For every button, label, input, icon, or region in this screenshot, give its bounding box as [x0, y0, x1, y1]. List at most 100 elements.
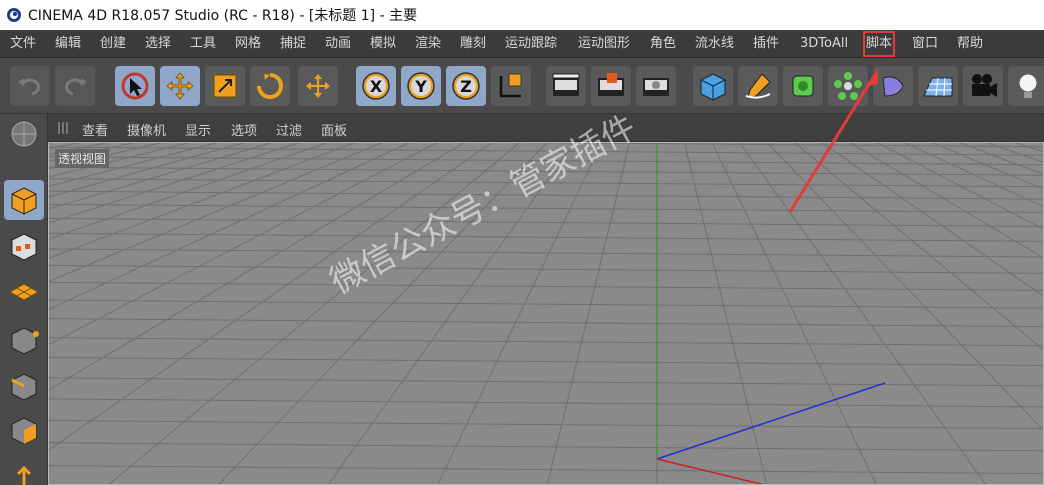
workplane-button[interactable] [4, 270, 44, 310]
menu-pipeline[interactable]: 流水线 [695, 34, 734, 54]
deformer-button[interactable] [873, 66, 913, 106]
undo-button[interactable] [10, 66, 50, 106]
panel-grip-icon[interactable] [58, 122, 70, 134]
menu-simulate[interactable]: 模拟 [370, 34, 396, 54]
redo-icon [65, 78, 87, 96]
pen-spline-icon [745, 73, 771, 99]
points-mode-icon [11, 327, 39, 355]
rotate-tool-button[interactable] [250, 66, 290, 106]
view-menu-filter[interactable]: 过滤 [276, 120, 302, 139]
edges-mode-button[interactable] [4, 366, 44, 406]
x-axis-lock-button[interactable]: X [356, 66, 396, 106]
menu-script[interactable]: 脚本 [862, 31, 896, 57]
workplane-icon [8, 283, 40, 301]
array-icon [834, 72, 862, 100]
subdivision-icon [792, 75, 814, 97]
subdivision-surface-button[interactable] [783, 66, 823, 106]
polygons-mode-button[interactable] [4, 410, 44, 450]
texture-mode-button[interactable] [4, 226, 44, 266]
live-selection-button[interactable] [115, 66, 155, 106]
camera-icon [972, 74, 997, 97]
x-axis-line [656, 458, 764, 484]
coordinate-system-icon [499, 73, 522, 98]
light-icon [1018, 73, 1038, 98]
render-to-picture-viewer-button[interactable] [591, 66, 631, 106]
rotate-icon [257, 73, 283, 99]
viewport-label: 透视视图 [55, 149, 110, 168]
cube-icon [700, 73, 726, 101]
texture-mode-icon [11, 233, 37, 261]
menu-mesh[interactable]: 网格 [235, 34, 261, 54]
menu-3dtoall[interactable]: 3DToAll [800, 34, 848, 54]
menu-file[interactable]: 文件 [10, 34, 36, 54]
scale-icon [213, 74, 237, 98]
render-view-icon [552, 73, 580, 96]
coordinate-system-button[interactable] [491, 66, 531, 106]
menu-sculpt[interactable]: 雕刻 [460, 34, 486, 54]
menu-character[interactable]: 角色 [650, 34, 676, 54]
z-axis-icon: Z [452, 72, 480, 100]
menu-edit[interactable]: 编辑 [55, 34, 81, 54]
z-axis-label: Z [460, 77, 472, 96]
menu-plugins[interactable]: 插件 [753, 34, 779, 54]
array-button[interactable] [828, 66, 868, 106]
view-menu-options[interactable]: 选项 [231, 120, 257, 139]
title-bar: CINEMA 4D R18.057 Studio (RC - R18) - [未… [0, 0, 1044, 30]
view-menu-cameras[interactable]: 摄像机 [127, 120, 166, 139]
z-axis-line [656, 382, 886, 460]
x-axis-icon: X [362, 72, 390, 100]
menu-bar: 文件 编辑 创建 选择 工具 网格 捕捉 动画 模拟 渲染 雕刻 运动跟踪 运动… [0, 30, 1044, 58]
menu-select[interactable]: 选择 [145, 34, 171, 54]
viewport-solo-icon [11, 121, 37, 147]
model-mode-icon [11, 187, 37, 215]
enable-axis-icon [16, 465, 32, 485]
light-button[interactable] [1008, 66, 1044, 106]
viewport-solo-button[interactable] [4, 114, 44, 154]
render-settings-button[interactable] [636, 66, 676, 106]
menu-help[interactable]: 帮助 [957, 34, 983, 54]
left-mode-toolbar [0, 114, 48, 485]
menu-mograph[interactable]: 运动图形 [578, 34, 630, 54]
view-menu-display[interactable]: 显示 [185, 120, 211, 139]
undo-icon [18, 78, 40, 96]
menu-render[interactable]: 渲染 [415, 34, 441, 54]
last-tool-icon [306, 74, 330, 98]
menu-snap[interactable]: 捕捉 [280, 34, 306, 54]
add-cube-button[interactable] [693, 66, 733, 106]
render-view-button[interactable] [546, 66, 586, 106]
y-axis-lock-button[interactable]: Y [401, 66, 441, 106]
view-menu-view[interactable]: 查看 [82, 120, 108, 139]
scale-tool-button[interactable] [205, 66, 245, 106]
menu-window[interactable]: 窗口 [912, 34, 938, 54]
move-icon [166, 72, 194, 100]
y-axis-icon: Y [407, 72, 435, 100]
y-axis-label: Y [414, 77, 427, 96]
floor-button[interactable] [918, 66, 958, 106]
menu-motion-tracking[interactable]: 运动跟踪 [505, 34, 557, 54]
cinema4d-logo-icon [7, 8, 21, 22]
window-title: CINEMA 4D R18.057 Studio (RC - R18) - [未… [28, 8, 418, 24]
menu-create[interactable]: 创建 [100, 34, 126, 54]
x-axis-label: X [370, 77, 383, 96]
render-to-picture-viewer-icon [598, 73, 624, 96]
polygons-mode-icon [11, 417, 37, 445]
deformer-icon [882, 76, 904, 97]
floor-icon [923, 77, 953, 97]
menu-tools[interactable]: 工具 [190, 34, 216, 54]
render-settings-icon [643, 78, 669, 96]
main-toolbar: X Y Z [0, 58, 1044, 114]
camera-button[interactable] [963, 66, 1003, 106]
edges-mode-icon [11, 373, 37, 401]
viewport-menu-bar: 查看 摄像机 显示 选项 过滤 面板 [48, 114, 1044, 142]
menu-animate[interactable]: 动画 [325, 34, 351, 54]
z-axis-lock-button[interactable]: Z [446, 66, 486, 106]
view-menu-panel[interactable]: 面板 [321, 120, 347, 139]
enable-axis-button[interactable] [4, 460, 44, 485]
move-tool-button[interactable] [160, 66, 200, 106]
last-tool-button[interactable] [298, 66, 338, 106]
pen-spline-button[interactable] [738, 66, 778, 106]
select-cursor-icon [121, 72, 149, 100]
points-mode-button[interactable] [4, 320, 44, 360]
redo-button[interactable] [55, 66, 95, 106]
model-mode-button[interactable] [4, 180, 44, 220]
